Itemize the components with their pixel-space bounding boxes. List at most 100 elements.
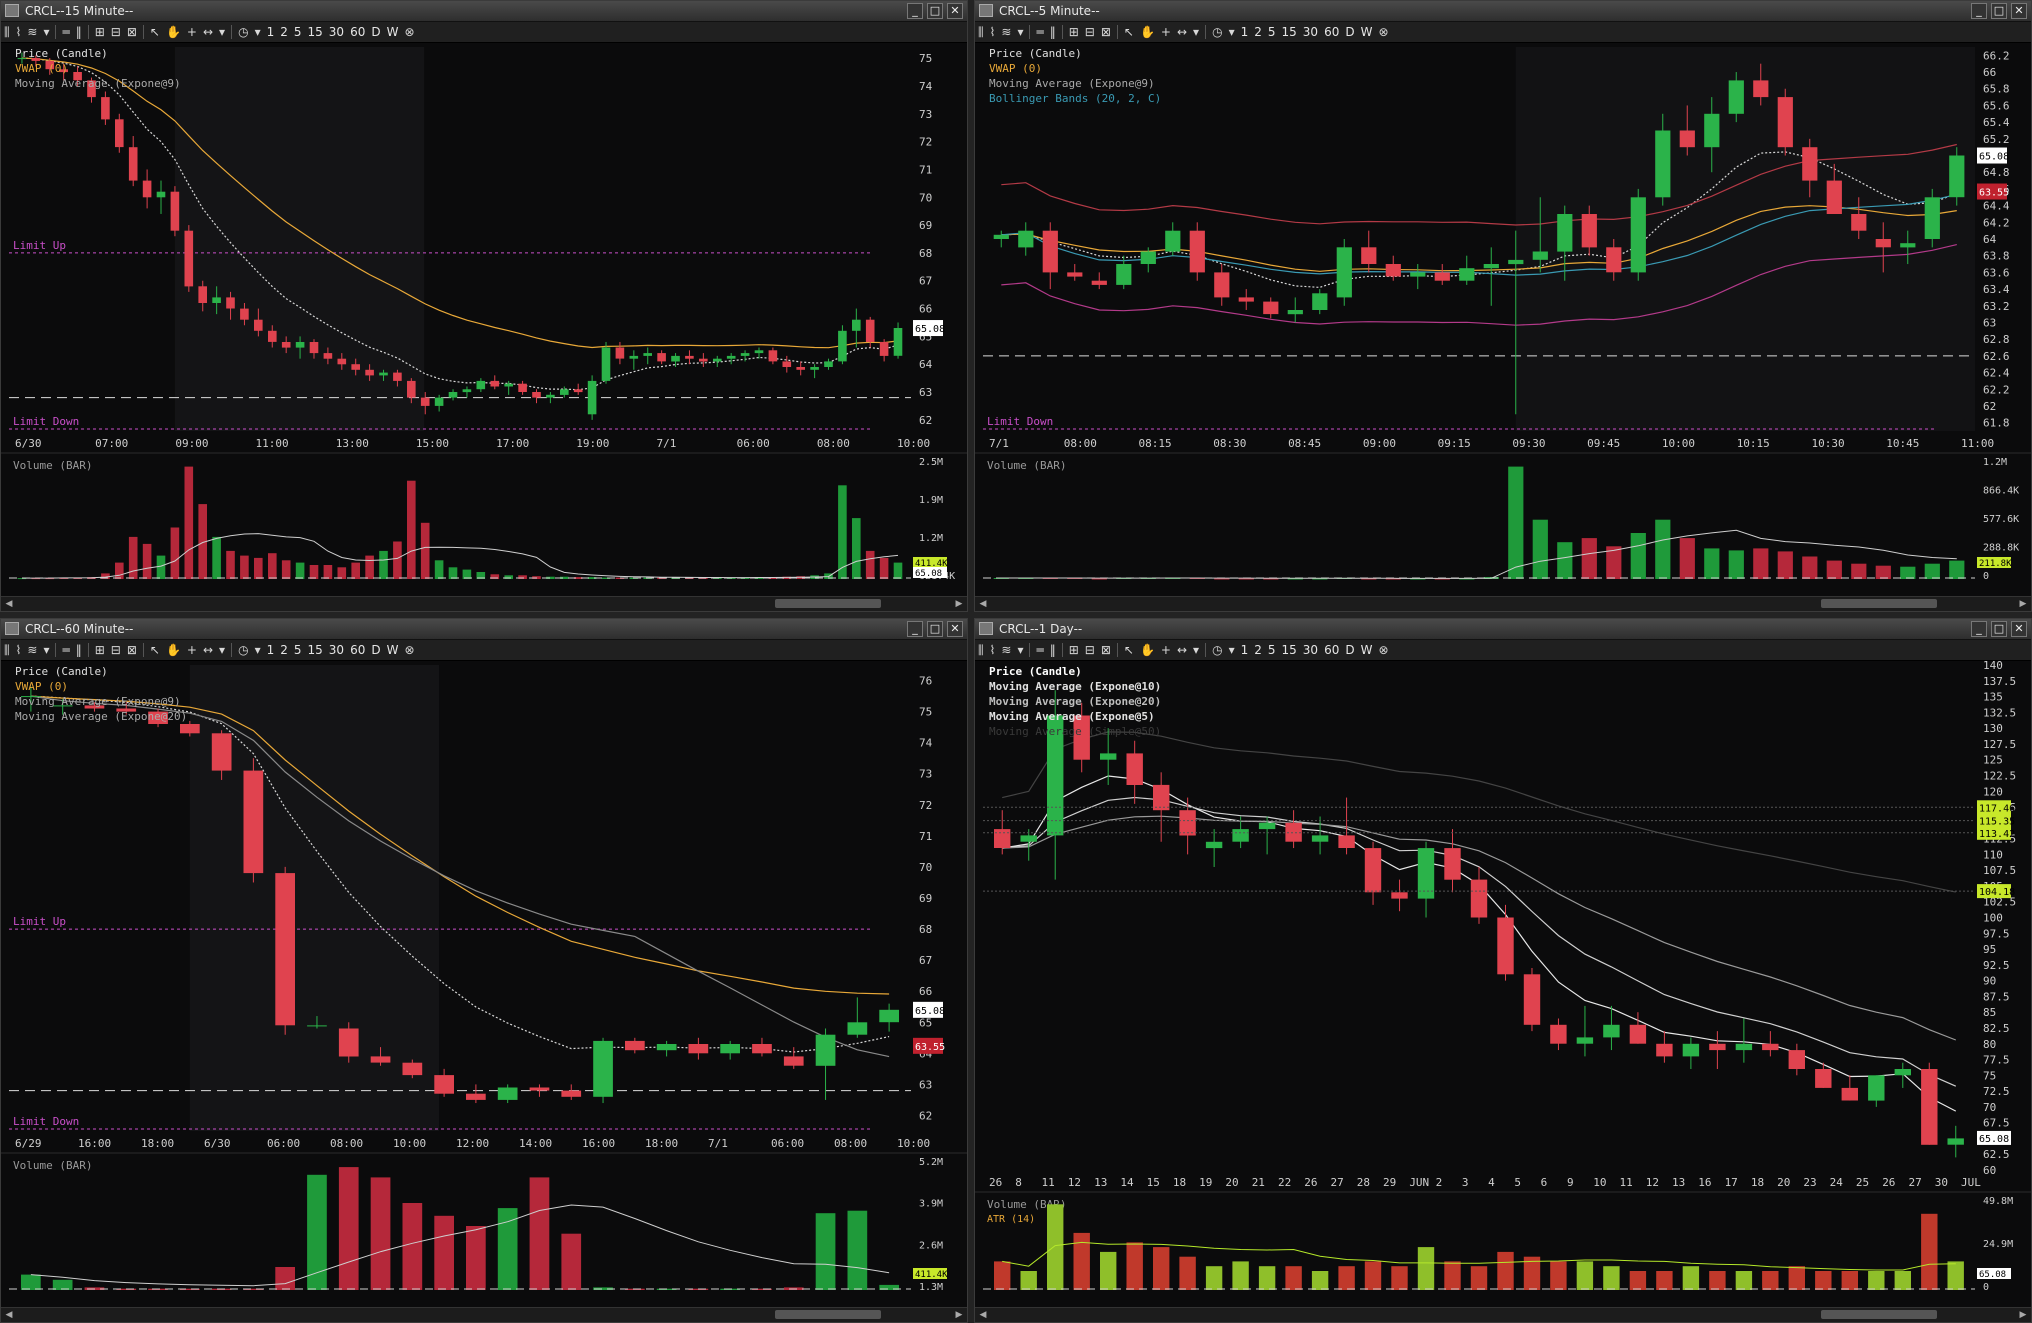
indicator-icon[interactable]: ≋: [998, 640, 1014, 660]
lines-icon[interactable]: ═: [59, 22, 72, 42]
lines-icon[interactable]: ═: [1033, 640, 1046, 660]
timeframe-1[interactable]: 1: [1238, 640, 1252, 660]
scroll-left-arrow[interactable]: ◀: [3, 1309, 15, 1321]
crosshair-icon[interactable]: +: [1158, 640, 1174, 660]
chart-window-w5[interactable]: CRCL--5 Minute-- _ □ ✕ ⫼ ⌇ ≋ ▾ ═ ‖ ⊞ ⊟ ⊠ ↖ ✋ + ↔ ▾ ◷ ▾ 1 2 5 15…: [974, 0, 2032, 612]
window-titlebar[interactable]: CRCL--5 Minute-- _ □ ✕: [975, 1, 2031, 22]
grid3-icon[interactable]: ⊠: [124, 640, 140, 660]
maximize-button[interactable]: □: [1991, 3, 2007, 19]
cursor-icon[interactable]: ↖: [147, 22, 163, 42]
chart-type-icon[interactable]: ⫼: [1, 640, 13, 660]
chart-canvas[interactable]: 140137.5135132.5130127.5125122.5120117.5…: [975, 661, 2031, 1308]
cancel-icon[interactable]: ⊗: [401, 640, 417, 660]
scroll-left-arrow[interactable]: ◀: [977, 1309, 989, 1321]
chart-window-wd[interactable]: CRCL--1 Day-- _ □ ✕ ⫼ ⌇ ≋ ▾ ═ ‖ ⊞ ⊟ ⊠ ↖ ✋ + ↔ ▾ ◷ ▾ 1 2 5 15 30 6…: [974, 618, 2032, 1323]
pause-icon[interactable]: ‖: [1047, 22, 1059, 42]
scroll-left-arrow[interactable]: ◀: [3, 598, 15, 610]
close-button[interactable]: ✕: [947, 3, 963, 19]
dropdown-icon[interactable]: ▾: [40, 640, 52, 660]
timeframe-5[interactable]: 5: [291, 640, 305, 660]
measure-icon[interactable]: ↔: [200, 640, 216, 660]
timeframe-2[interactable]: 2: [1251, 640, 1265, 660]
timeframe-30[interactable]: 30: [326, 640, 347, 660]
cancel-icon[interactable]: ⊗: [1375, 22, 1391, 42]
grid1-icon[interactable]: ⊞: [1066, 640, 1082, 660]
indicator-icon[interactable]: ≋: [998, 22, 1014, 42]
clock-icon[interactable]: ◷: [1209, 22, 1225, 42]
measure-icon[interactable]: ↔: [1174, 640, 1190, 660]
clock-icon[interactable]: ◷: [1209, 640, 1225, 660]
close-button[interactable]: ✕: [2011, 621, 2027, 637]
grid3-icon[interactable]: ⊠: [1098, 22, 1114, 42]
timeframe-30[interactable]: 30: [1300, 640, 1321, 660]
timeframe-60[interactable]: 60: [347, 640, 368, 660]
timeframe-1[interactable]: 1: [264, 640, 278, 660]
timeframe-W[interactable]: W: [384, 22, 402, 42]
scroll-left-arrow[interactable]: ◀: [977, 598, 989, 610]
dropdown-icon[interactable]: ▾: [1190, 22, 1202, 42]
hand-icon[interactable]: ✋: [1137, 22, 1158, 42]
chart-type-icon[interactable]: ⫼: [1, 22, 13, 42]
chart-canvas[interactable]: 66.26665.865.665.465.26564.864.664.464.2…: [975, 43, 2031, 597]
horizontal-scrollbar[interactable]: ◀ ▶: [975, 596, 2031, 611]
timeframe-D[interactable]: D: [368, 22, 383, 42]
crosshair-icon[interactable]: +: [184, 640, 200, 660]
pause-icon[interactable]: ‖: [73, 640, 85, 660]
lines-icon[interactable]: ═: [1033, 22, 1046, 42]
horizontal-scrollbar[interactable]: ◀ ▶: [1, 596, 967, 611]
timeframe-15[interactable]: 15: [1279, 640, 1300, 660]
drawing-icon[interactable]: ⌇: [13, 640, 25, 660]
timeframe-5[interactable]: 5: [1265, 22, 1279, 42]
dropdown-icon[interactable]: ▾: [252, 640, 264, 660]
timeframe-D[interactable]: D: [1342, 22, 1357, 42]
scrollbar-thumb[interactable]: [775, 599, 881, 608]
timeframe-15[interactable]: 15: [1279, 22, 1300, 42]
maximize-button[interactable]: □: [927, 3, 943, 19]
minimize-button[interactable]: _: [907, 621, 923, 637]
dropdown-icon[interactable]: ▾: [252, 22, 264, 42]
dropdown-icon[interactable]: ▾: [1226, 640, 1238, 660]
pause-icon[interactable]: ‖: [1047, 640, 1059, 660]
window-titlebar[interactable]: CRCL--60 Minute-- _ □ ✕: [1, 619, 967, 640]
timeframe-5[interactable]: 5: [291, 22, 305, 42]
horizontal-scrollbar[interactable]: ◀ ▶: [1, 1307, 967, 1322]
dropdown-icon[interactable]: ▾: [216, 640, 228, 660]
scroll-right-arrow[interactable]: ▶: [953, 598, 965, 610]
chart-window-w60[interactable]: CRCL--60 Minute-- _ □ ✕ ⫼ ⌇ ≋ ▾ ═ ‖ ⊞ ⊟ ⊠ ↖ ✋ + ↔ ▾ ◷ ▾ 1 2 5 1…: [0, 618, 968, 1323]
grid1-icon[interactable]: ⊞: [92, 640, 108, 660]
grid1-icon[interactable]: ⊞: [92, 22, 108, 42]
timeframe-60[interactable]: 60: [1321, 640, 1342, 660]
timeframe-1[interactable]: 1: [1238, 22, 1252, 42]
hand-icon[interactable]: ✋: [163, 640, 184, 660]
minimize-button[interactable]: _: [1971, 621, 1987, 637]
grid2-icon[interactable]: ⊟: [108, 22, 124, 42]
timeframe-W[interactable]: W: [1358, 22, 1376, 42]
pause-icon[interactable]: ‖: [73, 22, 85, 42]
clock-icon[interactable]: ◷: [235, 640, 251, 660]
minimize-button[interactable]: _: [907, 3, 923, 19]
maximize-button[interactable]: □: [927, 621, 943, 637]
cursor-icon[interactable]: ↖: [1121, 22, 1137, 42]
grid2-icon[interactable]: ⊟: [108, 640, 124, 660]
crosshair-icon[interactable]: +: [184, 22, 200, 42]
timeframe-2[interactable]: 2: [277, 22, 291, 42]
grid3-icon[interactable]: ⊠: [124, 22, 140, 42]
chart-type-icon[interactable]: ⫼: [975, 22, 987, 42]
indicator-icon[interactable]: ≋: [24, 640, 40, 660]
dropdown-icon[interactable]: ▾: [40, 22, 52, 42]
timeframe-30[interactable]: 30: [1300, 22, 1321, 42]
scroll-right-arrow[interactable]: ▶: [953, 1309, 965, 1321]
chart-type-icon[interactable]: ⫼: [975, 640, 987, 660]
timeframe-2[interactable]: 2: [277, 640, 291, 660]
cursor-icon[interactable]: ↖: [147, 640, 163, 660]
dropdown-icon[interactable]: ▾: [1190, 640, 1202, 660]
grid2-icon[interactable]: ⊟: [1082, 640, 1098, 660]
horizontal-scrollbar[interactable]: ◀ ▶: [975, 1307, 2031, 1322]
measure-icon[interactable]: ↔: [1174, 22, 1190, 42]
measure-icon[interactable]: ↔: [200, 22, 216, 42]
window-titlebar[interactable]: CRCL--15 Minute-- _ □ ✕: [1, 1, 967, 22]
drawing-icon[interactable]: ⌇: [13, 22, 25, 42]
grid3-icon[interactable]: ⊠: [1098, 640, 1114, 660]
scrollbar-thumb[interactable]: [775, 1310, 881, 1319]
hand-icon[interactable]: ✋: [1137, 640, 1158, 660]
